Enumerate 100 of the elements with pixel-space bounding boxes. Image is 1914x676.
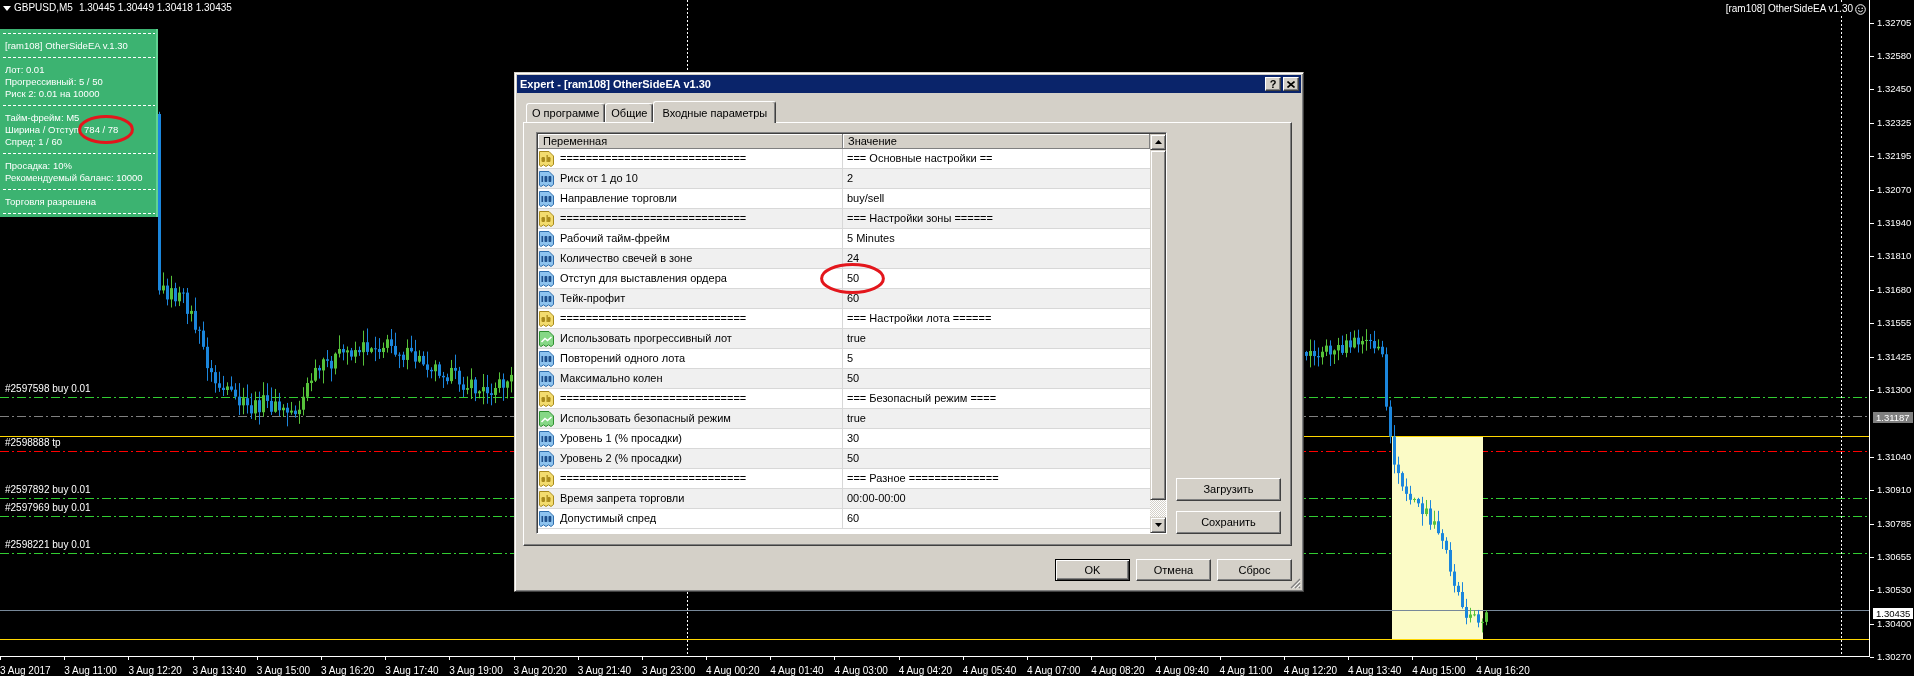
info-line: Тайм-фрейм: M5: [5, 112, 80, 123]
price-tick-label: 1.31810: [1877, 251, 1912, 262]
parameter-value: 2: [847, 172, 854, 185]
table-row[interactable]: Уровень 1 (% просадки) 30: [538, 429, 1150, 449]
info-line: Спред: 1 / 60: [5, 136, 62, 147]
price-tick-label: 1.32325: [1877, 117, 1912, 128]
table-row[interactable]: Количество свечей в зоне 24: [538, 249, 1150, 269]
time-axis-label: 4 Aug 12:20: [1283, 665, 1338, 676]
info-line: Рекомендуемый баланс: 10000: [5, 172, 143, 183]
table-row[interactable]: Тейк-профит 60: [538, 289, 1150, 309]
table-row[interactable]: Использовать прогрессивный лот true: [538, 329, 1150, 349]
text-document-icon: [539, 150, 554, 167]
number-document-icon: [539, 190, 554, 207]
expert-name-label: [ram108] OtherSideEA v1.30: [1725, 3, 1853, 15]
load-button[interactable]: Загрузить: [1176, 478, 1281, 501]
order-label: #2597892 buy 0.01: [5, 484, 91, 496]
close-button[interactable]: [1283, 77, 1299, 91]
table-row[interactable]: Допустимый спред 60: [538, 509, 1150, 529]
time-axis-label: 4 Aug 15:00: [1412, 665, 1466, 676]
column-header[interactable]: Переменная: [538, 134, 843, 149]
price-tick-label: 1.32580: [1877, 50, 1912, 61]
parameter-name: Тейк-профит: [560, 292, 626, 305]
number-document-icon: [539, 510, 554, 527]
price-tick-label: 1.30910: [1877, 485, 1912, 496]
table-row[interactable]: Время запрета торговли 00:00-00:00: [538, 489, 1150, 509]
parameter-name: Допустимый спред: [560, 512, 657, 525]
line-document-icon: [539, 330, 554, 347]
table-row[interactable]: Рабочий тайм-фрейм 5 Minutes: [538, 229, 1150, 249]
save-button[interactable]: Сохранить: [1176, 511, 1281, 534]
table-row[interactable]: ============================= === Настройки зоны ======: [538, 209, 1150, 229]
tab[interactable]: Входные параметры: [653, 101, 777, 123]
parameter-value: 50: [847, 272, 860, 285]
price-tick-label: 1.32195: [1877, 151, 1912, 162]
scroll-up-button[interactable]: [1150, 134, 1166, 150]
table-row[interactable]: Риск от 1 до 10 2: [538, 169, 1150, 189]
time-axis-label: 3 Aug 19:00: [449, 665, 503, 676]
table-row[interactable]: ============================= === Настройки лота ======: [538, 309, 1150, 329]
info-line: Торговля разрешена: [5, 196, 97, 207]
parameter-value: === Настройки лота ======: [847, 312, 992, 325]
parameter-value: === Безопасный режим ====: [847, 392, 997, 405]
text-document-icon: [539, 470, 554, 487]
down-arrow-icon: [1154, 523, 1162, 527]
time-axis-label: 4 Aug 08:20: [1091, 665, 1145, 676]
table-row[interactable]: Использовать безопасный режим true: [538, 409, 1150, 429]
help-button[interactable]: ?: [1265, 77, 1281, 91]
reset-button[interactable]: Сброс: [1217, 559, 1292, 581]
price-tick-label: 1.30655: [1877, 552, 1912, 562]
parameter-name: =============================: [560, 212, 747, 225]
number-document-icon: [539, 450, 554, 467]
time-axis-label: 4 Aug 04:20: [898, 665, 952, 676]
ok-button[interactable]: OK: [1055, 559, 1130, 581]
order-label: #2598888 tp: [5, 437, 61, 449]
time-axis-label: 4 Aug 11:00: [1219, 665, 1273, 676]
price-tick-label: 1.31555: [1877, 318, 1912, 329]
price-tick-label: 1.31040: [1877, 451, 1912, 462]
scroll-down-button[interactable]: [1150, 517, 1166, 533]
parameter-name: Использовать прогрессивный лот: [560, 332, 732, 345]
number-document-icon: [539, 250, 554, 267]
parameter-name: =============================: [560, 312, 747, 325]
cancel-button[interactable]: Отмена: [1136, 559, 1211, 581]
table-row[interactable]: Повторений одного лота 5: [538, 349, 1150, 369]
tab[interactable]: Общие: [605, 103, 654, 122]
table-row[interactable]: Отступ для выставления ордера 50: [538, 269, 1150, 289]
table-row[interactable]: Максимально колен 50: [538, 369, 1150, 389]
table-row[interactable]: ============================= === Основные настройки ==: [538, 149, 1150, 169]
caret-down-icon[interactable]: [3, 5, 11, 11]
time-axis-label: 4 Aug 09:40: [1155, 665, 1209, 676]
time-axis-label: 4 Aug 00:20: [706, 665, 760, 676]
time-axis-label: 4 Aug 05:40: [962, 665, 1017, 676]
info-line: Лот: 0.01: [5, 64, 45, 75]
parameter-name: =============================: [560, 152, 747, 165]
price-tick-label: 1.30785: [1877, 518, 1912, 529]
time-axis-label: 4 Aug 01:40: [770, 665, 824, 676]
parameter-value: true: [847, 412, 866, 425]
text-document-icon: [539, 490, 554, 507]
resize-grip-icon[interactable]: [1290, 578, 1301, 589]
table-row[interactable]: ============================= === Разное ==============: [538, 469, 1150, 489]
time-axis-label: 4 Aug 03:00: [834, 665, 888, 676]
tab[interactable]: О программе: [526, 103, 606, 122]
info-line: Прогрессивный: 5 / 50: [5, 76, 103, 87]
number-document-icon: [539, 230, 554, 247]
time-axis-label: 3 Aug 13:40: [192, 665, 246, 676]
column-header[interactable]: Значение: [843, 134, 1150, 149]
parameter-value: === Основные настройки ==: [847, 152, 993, 165]
number-document-icon: [539, 270, 554, 287]
price-level-marker: 1.31187: [1873, 412, 1913, 424]
parameter-value: 5 Minutes: [847, 232, 895, 245]
price-tick-label: 1.31940: [1877, 217, 1912, 228]
table-row[interactable]: ============================= === Безопасный режим ====: [538, 389, 1150, 409]
table-row[interactable]: Направление торговли buy/sell: [538, 189, 1150, 209]
parameter-value: === Разное ==============: [847, 472, 999, 485]
table-row[interactable]: Уровень 2 (% просадки) 50: [538, 449, 1150, 469]
parameter-name: Направление торговли: [560, 192, 677, 205]
time-axis-label: 3 Aug 16:20: [320, 665, 375, 676]
parameter-name: Риск от 1 до 10: [560, 172, 638, 185]
parameter-name: Отступ для выставления ордера: [560, 272, 727, 285]
time-axis-label: 3 Aug 20:20: [513, 665, 567, 676]
number-document-icon: [539, 290, 554, 307]
price-tick-label: 1.30270: [1877, 652, 1912, 663]
time-axis-label: 3 Aug 15:00: [256, 665, 311, 676]
